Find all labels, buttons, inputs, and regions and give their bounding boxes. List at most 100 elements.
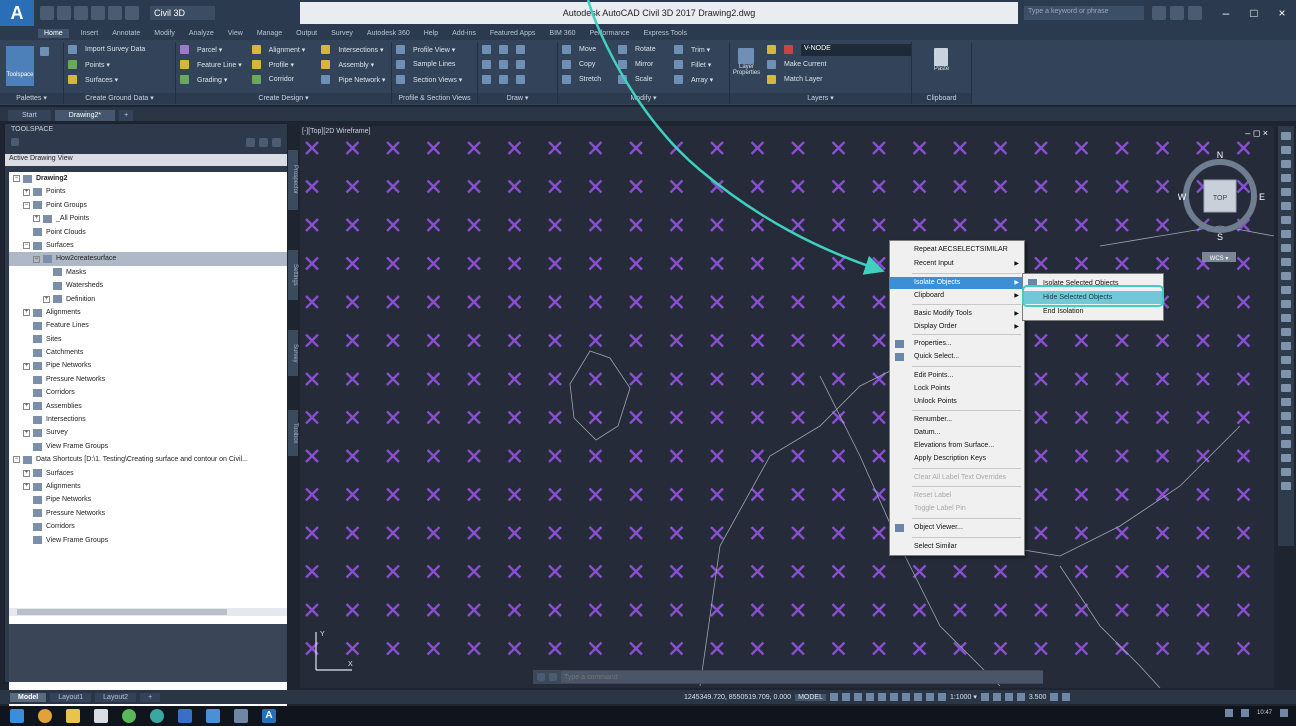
point-marker[interactable] [750, 218, 765, 232]
point-marker[interactable] [345, 333, 360, 348]
search-input[interactable]: Type a keyword or phrase [1024, 6, 1144, 20]
point-marker[interactable] [710, 410, 724, 425]
point-marker[interactable] [1155, 564, 1170, 579]
expand-toggle-icon[interactable]: + [33, 215, 40, 223]
point-marker[interactable] [669, 487, 684, 502]
transparency-icon[interactable] [913, 693, 922, 701]
tree-node[interactable]: Pressure Networks [9, 373, 287, 386]
point-marker[interactable] [831, 641, 846, 656]
point-marker[interactable] [669, 449, 684, 463]
expand-toggle-icon[interactable]: + [23, 362, 30, 370]
point-marker[interactable] [345, 410, 360, 425]
point-marker[interactable] [750, 141, 765, 155]
point-marker[interactable] [710, 179, 724, 194]
navbar-tool-icon[interactable] [1281, 188, 1291, 196]
point-marker[interactable] [588, 179, 603, 194]
point-marker[interactable] [467, 603, 481, 617]
point-marker[interactable] [345, 564, 360, 579]
compass-east[interactable]: E [1259, 192, 1265, 202]
point-marker[interactable] [345, 603, 360, 617]
point-marker[interactable] [629, 333, 643, 348]
tab-modify[interactable]: Modify [152, 30, 177, 37]
compass-west[interactable]: W [1178, 192, 1187, 202]
point-marker[interactable] [912, 564, 927, 579]
point-marker[interactable] [710, 295, 724, 309]
navbar-tool-icon[interactable] [1281, 482, 1291, 490]
point-marker[interactable] [912, 141, 927, 155]
point-marker[interactable] [750, 295, 765, 309]
add-layout-button[interactable]: + [140, 692, 161, 702]
expand-toggle-icon[interactable]: + [23, 483, 30, 491]
tab-model[interactable]: Model [10, 692, 47, 702]
annotation-scale-dropdown[interactable]: 1:1000 ▾ [950, 693, 977, 701]
autoscale-icon[interactable] [937, 693, 946, 701]
tab-analyze[interactable]: Analyze [187, 30, 216, 37]
point-marker[interactable] [588, 141, 603, 155]
point-marker[interactable] [548, 410, 562, 425]
point-marker[interactable] [548, 218, 562, 232]
point-marker[interactable] [710, 487, 724, 502]
point-marker[interactable] [467, 218, 481, 232]
context-menu-item[interactable]: Select Similar [890, 541, 1024, 553]
point-marker[interactable] [791, 256, 805, 271]
help-icon[interactable] [1188, 6, 1202, 20]
point-marker[interactable] [1074, 333, 1089, 348]
tree-node[interactable]: + Alignments [9, 480, 287, 493]
context-menu-item[interactable]: Recent Input ▶ [890, 258, 1024, 270]
palette-icon[interactable] [40, 47, 49, 56]
point-marker[interactable] [1115, 410, 1129, 425]
tree-node[interactable]: Pressure Networks [9, 507, 287, 520]
expand-toggle-icon[interactable]: − [13, 175, 20, 183]
region-icon[interactable] [516, 75, 525, 84]
point-marker[interactable] [426, 449, 441, 463]
maximize-button[interactable]: □ [1240, 6, 1268, 20]
expand-toggle-icon[interactable]: + [23, 188, 30, 196]
point-marker[interactable] [507, 487, 522, 502]
isolate-objects-icon[interactable] [1004, 693, 1013, 701]
tab-featured-apps[interactable]: Featured Apps [488, 30, 538, 37]
point-marker[interactable] [467, 564, 481, 579]
clean-screen-icon[interactable] [1050, 693, 1059, 701]
point-marker[interactable] [386, 372, 400, 386]
point-marker[interactable] [1155, 179, 1170, 194]
point-marker[interactable] [467, 179, 481, 194]
draw-title[interactable]: Draw ▾ [478, 93, 557, 104]
profile-section-title[interactable]: Profile & Section Views [392, 93, 477, 104]
point-marker[interactable] [1034, 141, 1048, 155]
navbar-tool-icon[interactable] [1281, 342, 1291, 350]
viewport-controls[interactable]: – ◻ × [1245, 128, 1268, 139]
point-marker[interactable] [1155, 526, 1170, 540]
parcel-button[interactable]: Parcel ▾ [176, 42, 248, 57]
point-marker[interactable] [1115, 218, 1129, 232]
redo-icon[interactable] [125, 6, 139, 20]
point-marker[interactable] [467, 333, 481, 348]
point-marker[interactable] [791, 410, 805, 425]
point-marker[interactable] [872, 141, 886, 155]
close-button[interactable]: × [1268, 6, 1296, 20]
point-marker[interactable] [629, 603, 643, 617]
app-icon-7[interactable] [178, 709, 192, 723]
point-marker[interactable] [1115, 141, 1129, 155]
point-marker[interactable] [669, 410, 684, 425]
point-marker[interactable] [831, 564, 846, 579]
customize-icon[interactable] [1062, 693, 1071, 701]
point-marker[interactable] [305, 372, 319, 386]
point-marker[interactable] [791, 449, 805, 463]
toolspace-horizontal-scrollbar[interactable] [9, 608, 287, 616]
context-menu-item[interactable]: Clipboard ▶ [890, 290, 1024, 302]
point-marker[interactable] [993, 564, 1008, 579]
signin-icon[interactable] [1152, 6, 1166, 20]
point-marker[interactable] [1115, 179, 1129, 194]
point-marker[interactable] [710, 641, 724, 656]
viewport-label[interactable]: [-][Top][2D Wireframe] [302, 128, 370, 135]
tree-node[interactable]: View Frame Groups [9, 440, 287, 453]
ortho-icon[interactable] [853, 693, 862, 701]
point-marker[interactable] [831, 603, 846, 617]
point-marker[interactable] [750, 333, 765, 348]
point-marker[interactable] [872, 179, 886, 194]
elevation-readout[interactable]: 3.500 [1029, 694, 1047, 701]
point-marker[interactable] [669, 603, 684, 617]
point-marker[interactable] [305, 179, 319, 194]
open-icon[interactable] [57, 6, 71, 20]
point-marker[interactable] [345, 372, 360, 386]
